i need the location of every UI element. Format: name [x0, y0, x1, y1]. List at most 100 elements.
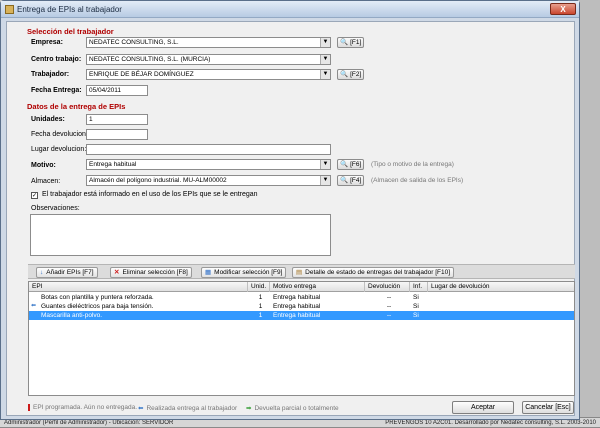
lugar-devolucion-input[interactable]: [86, 144, 331, 155]
arrow-left-icon: ⬅: [138, 405, 144, 412]
almacen-key-label: [F4]: [350, 177, 362, 184]
cell-motivo: Entrega habitual: [273, 303, 321, 310]
remove-selection-button[interactable]: ✕ Eliminar selección [F8]: [110, 267, 192, 278]
empresa-label: Empresa:: [31, 39, 63, 46]
title-bar[interactable]: Entrega de EPIs al trabajador: [1, 1, 579, 18]
background-panel: [578, 0, 600, 427]
cell-epi: Guantes dieléctricos para baja tensión.: [41, 303, 154, 310]
column-header-unid[interactable]: Unid.: [248, 282, 270, 292]
trabajador-label: Trabajador:: [31, 71, 70, 78]
almacen-value: Almacén del polígono industrial. MU-ALM0…: [89, 177, 227, 184]
motivo-select[interactable]: Entrega habitual ▼: [86, 159, 331, 170]
edit-icon: ▦: [205, 269, 212, 276]
legend-realizada: ⬅ Realizada entrega al trabajador: [138, 404, 238, 413]
search-icon: 🔍: [340, 177, 349, 184]
unidades-input[interactable]: 1: [86, 114, 148, 125]
add-epis-label: Añadir EPIs [F7]: [46, 269, 94, 276]
unidades-label: Unidades:: [31, 116, 65, 123]
chevron-down-icon[interactable]: ▼: [320, 176, 330, 185]
table-row[interactable]: ⬅ Guantes dieléctricos para baja tensión…: [29, 302, 574, 311]
cell-inf: Si: [413, 294, 419, 301]
fecha-devolucion-label: Fecha devolucion:: [31, 131, 88, 138]
delete-icon: ✕: [114, 269, 120, 276]
cell-motivo: Entrega habitual: [273, 312, 321, 319]
motivo-key-label: [F6]: [350, 161, 362, 168]
search-icon: 🔍: [340, 161, 349, 168]
trabajador-select[interactable]: ENRIQUE DE BÉJAR DOMÍNGUEZ ▼: [86, 69, 331, 80]
chevron-down-icon[interactable]: ▼: [320, 70, 330, 79]
empresa-key-label: [F1]: [350, 39, 362, 46]
entrega-epis-dialog: Entrega de EPIs al trabajador X Selecció…: [0, 0, 580, 420]
informado-checkbox[interactable]: ✓: [31, 192, 38, 199]
app-icon: [5, 4, 14, 14]
fecha-devolucion-input[interactable]: [86, 129, 148, 140]
cell-inf: Si: [413, 303, 419, 310]
almacen-select[interactable]: Almacén del polígono industrial. MU-ALM0…: [86, 175, 331, 186]
column-header-inf[interactable]: Inf.: [410, 282, 428, 292]
empresa-search-button[interactable]: 🔍 [F1]: [337, 37, 365, 48]
trabajador-value: ENRIQUE DE BÉJAR DOMÍNGUEZ: [89, 71, 194, 78]
cell-unid: 1: [258, 303, 263, 310]
cell-devolucion: --: [386, 303, 392, 310]
cell-devolucion: --: [386, 294, 392, 301]
chevron-down-icon[interactable]: ▼: [320, 160, 330, 169]
observaciones-textarea[interactable]: [30, 214, 331, 256]
legend-devuelta: ➡ Devuelta parcial o totalmente: [246, 404, 339, 413]
column-header-motivo[interactable]: Motivo entrega: [270, 282, 365, 292]
chevron-down-icon[interactable]: ▼: [320, 38, 330, 47]
fecha-entrega-input[interactable]: 05/04/2011: [86, 85, 148, 96]
add-epis-button[interactable]: ↓ Añadir EPIs [F7]: [36, 267, 98, 278]
cell-inf: Si: [413, 312, 419, 319]
column-header-lugar[interactable]: Lugar de devolución: [428, 282, 576, 292]
observaciones-label: Observaciones:: [31, 205, 80, 212]
empresa-value: NEDATEC CONSULTING, S.L.: [89, 39, 179, 46]
cell-devolucion: --: [386, 312, 392, 319]
column-header-devolucion[interactable]: Devolución: [365, 282, 410, 292]
close-button[interactable]: X: [550, 3, 576, 15]
cell-lugar: [428, 302, 576, 311]
cell-unid: 1: [258, 312, 263, 319]
motivo-value: Entrega habitual: [89, 161, 137, 168]
cell-epi: Botas con plantilla y puntera reforzada.: [41, 294, 154, 301]
centro-select[interactable]: NEDATEC CONSULTING, S.L. (MURCIA) ▼: [86, 54, 331, 65]
section-title-trabajador: Selección del trabajador: [27, 27, 114, 36]
detail-status-label: Detalle de estado de entregas del trabaj…: [305, 269, 451, 276]
arrow-down-icon: ↓: [40, 269, 44, 276]
window-title: Entrega de EPIs al trabajador: [17, 4, 122, 14]
search-icon: 🔍: [340, 39, 349, 46]
almacen-search-button[interactable]: 🔍 [F4]: [337, 175, 365, 186]
legend-realizada-label: Realizada entrega al trabajador: [146, 404, 238, 412]
modify-selection-label: Modificar selección [F9]: [214, 269, 283, 276]
motivo-search-button[interactable]: 🔍 [F6]: [337, 159, 365, 170]
empresa-select[interactable]: NEDATEC CONSULTING, S.L. ▼: [86, 37, 331, 48]
cell-unid: 1: [258, 294, 263, 301]
cell-lugar: [428, 311, 576, 320]
detail-status-button[interactable]: ▤ Detalle de estado de entregas del trab…: [292, 267, 455, 278]
motivo-label: Motivo:: [31, 162, 56, 169]
arrow-right-icon: ➡: [246, 405, 252, 412]
cancel-button[interactable]: Cancelar [Esc]: [522, 401, 574, 414]
cell-lugar: [428, 293, 576, 302]
trabajador-search-button[interactable]: 🔍 [F2]: [337, 69, 365, 80]
grid-header: EPI Unid. Motivo entrega Devolución Inf.…: [29, 282, 574, 292]
legend-programada: EPI programada. Aún no entregada.: [28, 404, 137, 411]
arrow-left-icon: ⬅: [30, 303, 37, 309]
grid-toolbar: ↓ Añadir EPIs [F7] ✕ Eliminar selección …: [28, 264, 575, 279]
table-row[interactable]: Botas con plantilla y puntera reforzada.…: [29, 293, 574, 302]
dialog-footer: EPI programada. Aún no entregada. ⬅ Real…: [28, 400, 575, 416]
informado-label: El trabajador está informado en el uso d…: [42, 191, 258, 198]
cell-epi: Mascarilla anti-polvo.: [41, 312, 103, 319]
red-marker-icon: [28, 404, 30, 411]
lugar-devolucion-label: Lugar devolucion:: [31, 146, 87, 153]
centro-value: NEDATEC CONSULTING, S.L. (MURCIA): [89, 56, 211, 63]
search-icon: 🔍: [340, 71, 349, 78]
legend-programada-label: EPI programada. Aún no entregada.: [33, 404, 138, 411]
modify-selection-button[interactable]: ▦ Modificar selección [F9]: [201, 267, 287, 278]
almacen-hint: (Almacen de salida de los EPIs): [371, 177, 464, 184]
chevron-down-icon[interactable]: ▼: [320, 55, 330, 64]
column-header-epi[interactable]: EPI: [29, 282, 248, 292]
cell-motivo: Entrega habitual: [273, 294, 321, 301]
table-row-selected[interactable]: Mascarilla anti-polvo. 1 Entrega habitua…: [29, 311, 574, 320]
centro-label: Centro trabajo:: [31, 56, 82, 63]
accept-button[interactable]: Aceptar: [452, 401, 514, 414]
